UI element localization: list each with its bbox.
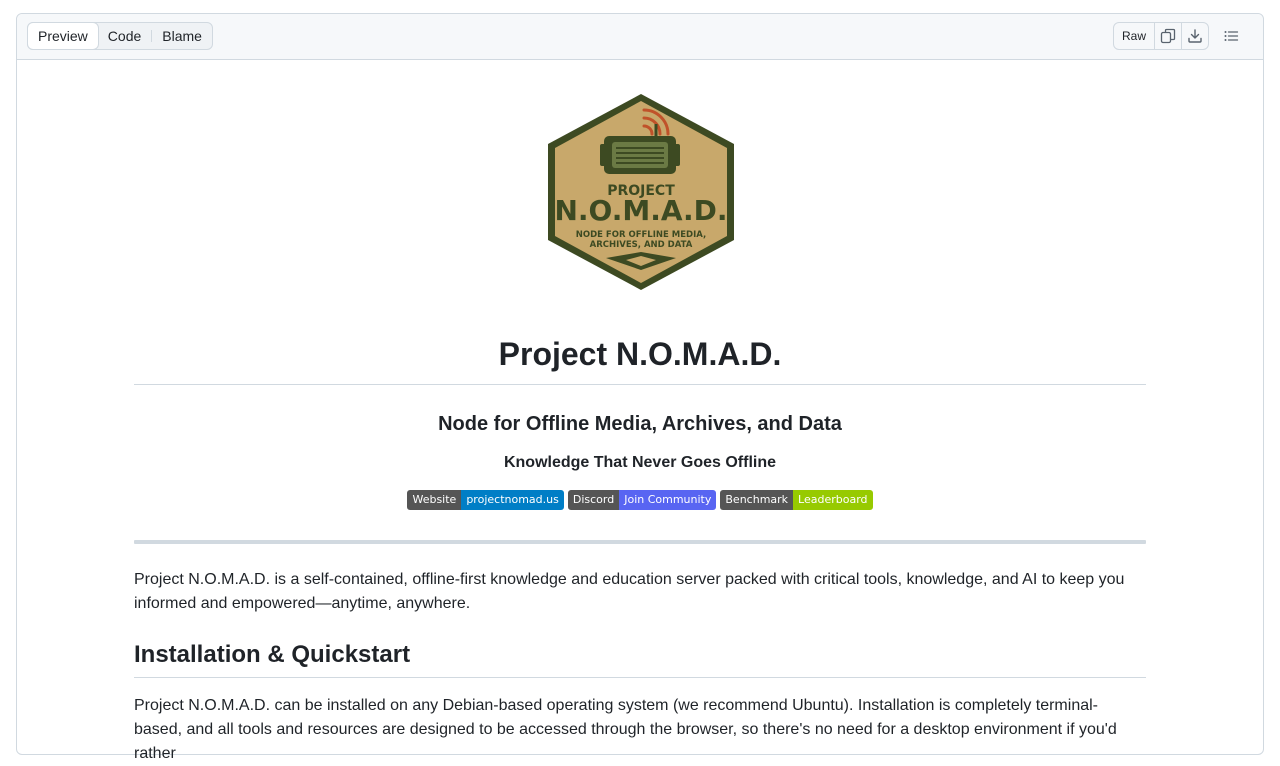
badge-value: Join Community xyxy=(619,490,717,510)
svg-text:ARCHIVES, AND DATA: ARCHIVES, AND DATA xyxy=(590,240,693,250)
outline-button[interactable] xyxy=(1215,22,1247,50)
intro-paragraph: Project N.O.M.A.D. is a self-contained, … xyxy=(134,571,1125,612)
installation-heading: Installation & Quickstart xyxy=(134,641,411,668)
raw-button[interactable]: Raw xyxy=(1114,23,1154,49)
tab-code[interactable]: Code xyxy=(98,23,151,49)
raw-copy-download-group: Raw xyxy=(1112,22,1209,50)
nomad-hexagon-logo: PROJECT N.O.M.A.D. NODE FOR OFFLINE MEDI… xyxy=(548,94,734,290)
section-divider xyxy=(134,540,1146,544)
benchmark-badge[interactable]: Benchmark Leaderboard xyxy=(720,490,873,510)
title-divider xyxy=(134,384,1146,385)
file-actions: Raw xyxy=(1112,22,1247,50)
readme-subtitle: Node for Offline Media, Archives, and Da… xyxy=(438,413,842,435)
tab-preview[interactable]: Preview xyxy=(27,22,99,50)
badge-label: Website xyxy=(407,490,462,510)
badge-row: Website projectnomad.us Discord Join Com… xyxy=(134,490,1146,510)
website-badge[interactable]: Website projectnomad.us xyxy=(407,490,564,510)
copy-raw-button[interactable] xyxy=(1154,23,1181,49)
download-icon xyxy=(1188,29,1202,43)
outline-icon xyxy=(1224,31,1239,41)
badge-label: Benchmark xyxy=(720,490,794,510)
readme-tagline: Knowledge That Never Goes Offline xyxy=(503,454,777,471)
svg-text:N.O.M.A.D.: N.O.M.A.D. xyxy=(554,194,727,227)
view-mode-switcher: Preview Code Blame xyxy=(27,22,213,50)
readme-title: Project N.O.M.A.D. xyxy=(498,336,782,372)
badge-label: Discord xyxy=(567,490,620,510)
install-paragraph: Project N.O.M.A.D. can be installed on a… xyxy=(134,697,1117,762)
heading-divider xyxy=(134,677,1146,678)
svg-text:NODE FOR OFFLINE MEDIA,: NODE FOR OFFLINE MEDIA, xyxy=(576,230,706,240)
discord-badge[interactable]: Discord Join Community xyxy=(567,490,717,510)
copy-icon xyxy=(1160,28,1176,44)
download-button[interactable] xyxy=(1181,23,1208,49)
file-viewer: Preview Code Blame Raw PROJECT N.O.M.A.D… xyxy=(16,13,1264,762)
tab-blame[interactable]: Blame xyxy=(152,23,212,49)
badge-value: Leaderboard xyxy=(793,490,873,510)
badge-value: projectnomad.us xyxy=(461,490,564,510)
file-toolbar: Preview Code Blame Raw xyxy=(17,14,1263,60)
project-logo: PROJECT N.O.M.A.D. NODE FOR OFFLINE MEDI… xyxy=(544,92,738,292)
